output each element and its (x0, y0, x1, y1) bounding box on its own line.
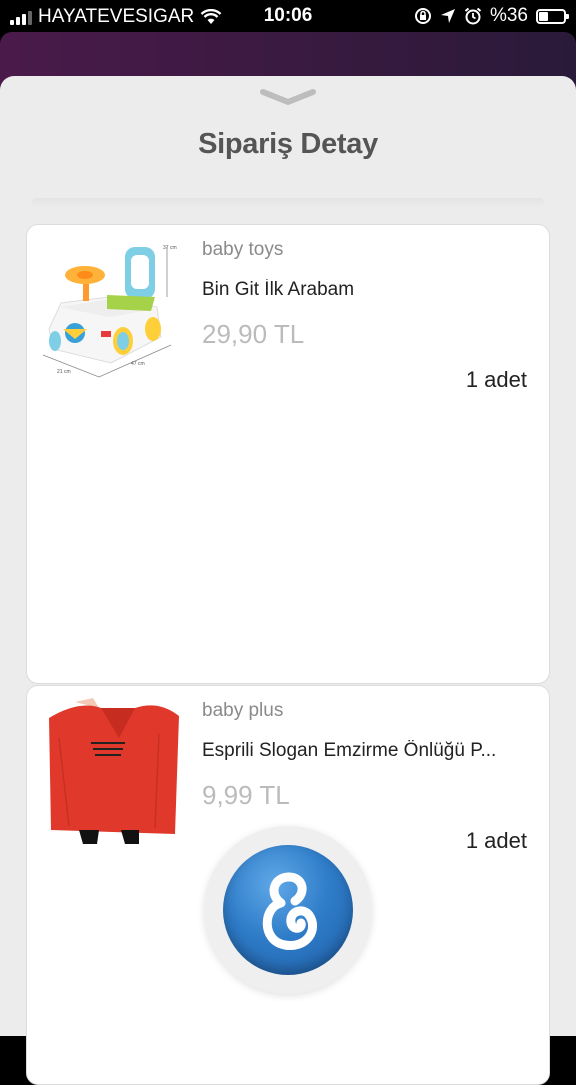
svg-text:47 cm: 47 cm (131, 361, 145, 367)
chevron-down-icon[interactable] (259, 88, 317, 106)
svg-text:37 cm: 37 cm (163, 245, 177, 251)
product-price: 29,90 TL (202, 319, 305, 349)
order-item-card[interactable]: 37 cm 21 cm 47 cm baby toys Bin Git İlk … (26, 224, 550, 684)
battery-icon (536, 8, 569, 24)
product-quantity: 1 adet (465, 828, 527, 853)
rotation-lock-icon (414, 8, 431, 24)
status-right: %36 (414, 5, 569, 27)
brand-logo-button[interactable] (204, 826, 372, 994)
battery-percent: %36 (489, 5, 528, 26)
product-quantity: 1 adet (465, 367, 527, 392)
product-name: Bin Git İlk Arabam (202, 279, 355, 300)
product-brand: baby toys (202, 239, 284, 260)
product-brand: baby plus (202, 700, 284, 721)
svg-text:21 cm: 21 cm (57, 369, 71, 375)
product-image-nursing-cover (39, 698, 185, 844)
product-price: 9,99 TL (202, 780, 290, 810)
logo-badge (223, 845, 353, 975)
divider (32, 198, 544, 208)
product-image-ride-on-car: 37 cm 21 cm 47 cm (39, 237, 185, 383)
baby-logo-icon (262, 872, 318, 950)
page-title: Sipariş Detay (198, 128, 378, 160)
product-name: Esprili Slogan Emzirme Önlüğü P... (202, 740, 497, 761)
alarm-icon (464, 7, 482, 25)
location-icon (440, 9, 455, 23)
status-bar: HAYATEVESIGAR 10:06 %36 (0, 0, 576, 32)
